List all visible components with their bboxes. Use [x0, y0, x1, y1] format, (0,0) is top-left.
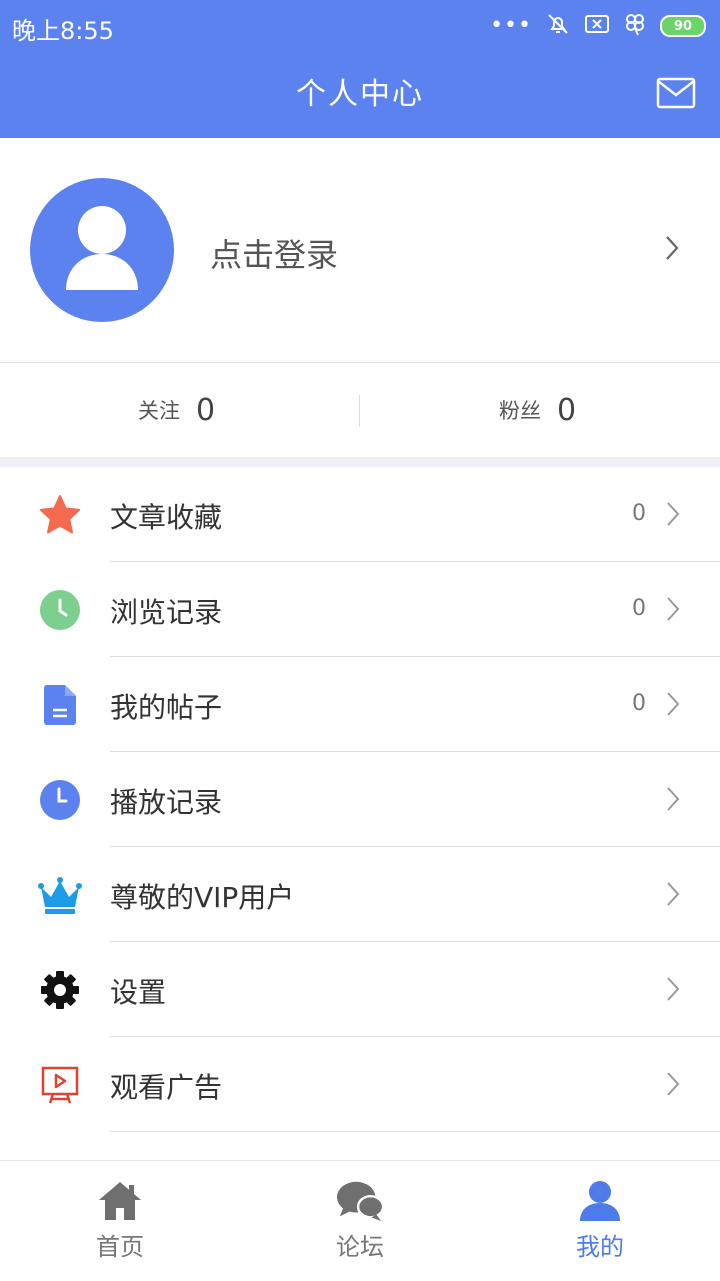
stats-divider	[359, 395, 360, 427]
gear-icon	[38, 968, 82, 1012]
menu-count: 0	[632, 501, 646, 526]
menu-label: 文章收藏	[110, 501, 223, 534]
stats-row: 关注 0 粉丝 0	[0, 363, 720, 457]
tab-forum[interactable]: 论坛	[240, 1161, 480, 1281]
menu-item-play-history[interactable]: 播放记录	[0, 752, 720, 847]
divider	[110, 1131, 720, 1132]
menu-label: 我的帖子	[110, 691, 223, 724]
chat-bubbles-icon	[336, 1179, 384, 1223]
mail-icon[interactable]	[656, 76, 696, 114]
menu-item-my-posts[interactable]: 我的帖子 0	[0, 657, 720, 752]
home-icon	[96, 1179, 144, 1223]
tab-home[interactable]: 首页	[0, 1161, 240, 1281]
menu-item-settings[interactable]: 设置	[0, 942, 720, 1037]
fans-count: 0	[557, 392, 577, 428]
avatar[interactable]	[30, 178, 174, 322]
chevron-right-icon	[666, 881, 680, 911]
tab-label: 首页	[96, 1233, 144, 1261]
chevron-right-icon	[666, 501, 680, 531]
menu-item-vip[interactable]: 尊敬的VIP用户	[0, 847, 720, 942]
status-bar: 晚上8:55 ••• 90	[0, 0, 720, 52]
app-header: 个人中心	[0, 52, 720, 138]
menu-list: 文章收藏 0 浏览记录 0 我的帖子 0 播放记录 尊敬的VIP用户 设置 观看…	[0, 467, 720, 1132]
more-dots-icon: •••	[490, 13, 532, 38]
star-icon	[38, 493, 82, 537]
following-stat[interactable]: 关注 0	[138, 363, 215, 457]
menu-label: 浏览记录	[110, 596, 223, 629]
chevron-right-icon	[664, 234, 680, 266]
user-silhouette-icon	[66, 206, 138, 290]
page-title: 个人中心	[296, 77, 424, 112]
following-label: 关注	[138, 399, 180, 423]
menu-item-watch-ads[interactable]: 观看广告	[0, 1037, 720, 1132]
user-icon	[576, 1179, 624, 1223]
menu-label: 播放记录	[110, 786, 223, 819]
profile-card[interactable]: 点击登录	[0, 138, 720, 362]
menu-label: 设置	[110, 976, 167, 1009]
menu-label: 尊敬的VIP用户	[110, 881, 295, 914]
fans-label: 粉丝	[499, 399, 541, 423]
mute-bell-icon	[546, 12, 570, 40]
chevron-right-icon	[666, 1071, 680, 1101]
ad-screen-icon	[38, 1063, 82, 1107]
battery-icon: 90	[660, 15, 706, 37]
sim-x-icon	[584, 13, 610, 39]
following-count: 0	[196, 392, 216, 428]
clock-icon	[38, 588, 82, 632]
login-prompt[interactable]: 点击登录	[210, 230, 338, 276]
menu-label: 观看广告	[110, 1071, 223, 1104]
bottom-tab-bar: 首页 论坛 我的	[0, 1160, 720, 1281]
chevron-right-icon	[666, 786, 680, 816]
menu-count: 0	[632, 691, 646, 716]
menu-item-favorites[interactable]: 文章收藏 0	[0, 467, 720, 562]
tab-label: 论坛	[336, 1233, 384, 1261]
crown-icon	[38, 873, 82, 917]
status-time: 晚上8:55	[12, 17, 114, 45]
tab-label: 我的	[576, 1233, 624, 1261]
chevron-right-icon	[666, 691, 680, 721]
history-clock-icon	[38, 778, 82, 822]
menu-count: 0	[632, 596, 646, 621]
fans-stat[interactable]: 粉丝 0	[499, 363, 576, 457]
chevron-right-icon	[666, 596, 680, 626]
status-icons: ••• 90	[490, 12, 706, 40]
document-icon	[38, 683, 82, 727]
menu-item-browse-history[interactable]: 浏览记录 0	[0, 562, 720, 657]
chevron-right-icon	[666, 976, 680, 1006]
tab-mine[interactable]: 我的	[480, 1161, 720, 1281]
clover-icon	[624, 12, 646, 40]
section-gap	[0, 457, 720, 467]
